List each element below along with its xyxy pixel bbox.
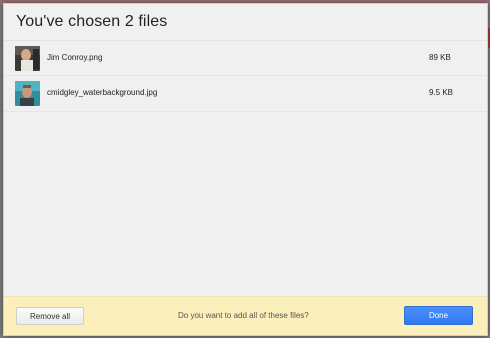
file-name: cmidgley_waterbackground.jpg	[47, 88, 158, 97]
file-thumbnail	[15, 46, 40, 71]
file-name: Jim Conroy.png	[47, 53, 103, 62]
done-button[interactable]: Done	[404, 306, 473, 325]
remove-all-button[interactable]: Remove all	[16, 307, 84, 325]
portrait-photo-water-thumbnail-icon	[15, 81, 40, 106]
file-size: 9.5 KB	[429, 88, 454, 97]
dialog-footer: Remove all Do you want to add all of the…	[4, 296, 487, 335]
confirmation-question: Do you want to add all of these files?	[178, 311, 309, 320]
portrait-photo-thumbnail-icon	[15, 46, 40, 71]
file-row[interactable]: cmidgley_waterbackground.jpg 9.5 KB	[4, 76, 487, 112]
file-chooser-dialog: You've chosen 2 files Jim Conroy.png 89 …	[3, 3, 488, 336]
file-row[interactable]: Jim Conroy.png 89 KB	[4, 41, 487, 76]
file-size: 89 KB	[429, 53, 451, 62]
file-list: Jim Conroy.png 89 KB cmidgley_waterbackg…	[4, 41, 487, 112]
file-thumbnail	[15, 81, 40, 106]
dialog-title: You've chosen 2 files	[16, 13, 168, 30]
